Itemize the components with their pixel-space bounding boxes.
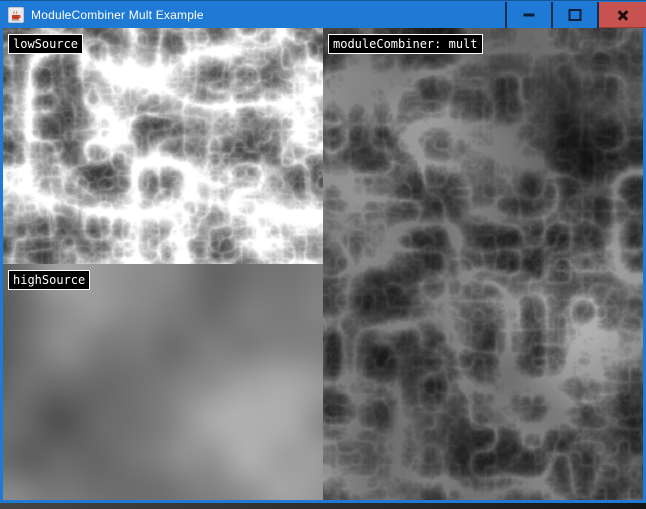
desktop-background-strip <box>0 503 646 509</box>
high-source-texture <box>3 264 323 500</box>
close-icon <box>616 8 630 22</box>
high-source-panel: highSource <box>3 264 323 500</box>
high-source-label: highSource <box>8 270 90 290</box>
minimize-button[interactable] <box>507 2 551 28</box>
maximize-icon <box>569 9 582 21</box>
window-controls <box>505 2 646 28</box>
low-source-texture <box>3 28 323 264</box>
low-source-panel: lowSource <box>3 28 323 264</box>
module-combiner-panel: moduleCombiner: mult <box>323 28 643 500</box>
minimize-icon <box>524 14 535 17</box>
content-area: lowSource highSource moduleCombiner: mul… <box>3 28 643 500</box>
module-combiner-texture <box>323 28 643 500</box>
maximize-button[interactable] <box>553 2 597 28</box>
window-title: ModuleCombiner Mult Example <box>31 8 204 22</box>
titlebar[interactable]: ModuleCombiner Mult Example <box>0 0 646 28</box>
java-coffee-cup-icon <box>8 7 24 23</box>
module-combiner-label: moduleCombiner: mult <box>328 34 483 54</box>
app-window: ModuleCombiner Mult Example lowSource <box>0 0 646 503</box>
close-button[interactable] <box>599 2 646 28</box>
low-source-label: lowSource <box>8 34 83 54</box>
